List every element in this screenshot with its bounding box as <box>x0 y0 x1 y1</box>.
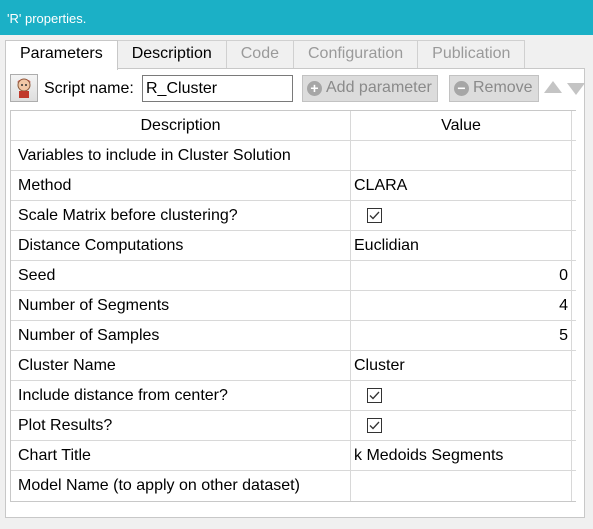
plus-circle-icon: + <box>307 81 322 96</box>
row-description: Cluster Name <box>11 351 351 380</box>
row-description: Number of Samples <box>11 321 351 350</box>
checkbox-checked-icon[interactable] <box>367 418 382 433</box>
checkbox-checked-icon[interactable] <box>367 208 382 223</box>
header-value: Value <box>351 111 572 140</box>
row-description: Scale Matrix before clustering? <box>11 201 351 230</box>
remove-label: Remove <box>473 79 533 96</box>
table-row[interactable]: Number of Samples 5 <box>11 321 576 351</box>
row-description: Distance Computations <box>11 231 351 260</box>
script-name-label: Script name: <box>44 80 134 97</box>
row-description: Chart Title <box>11 441 351 470</box>
row-value[interactable]: 5 <box>351 321 572 350</box>
row-value[interactable]: k Medoids Segments <box>351 441 572 470</box>
table-row[interactable]: Variables to include in Cluster Solution <box>11 141 576 171</box>
row-value[interactable]: 0 <box>351 261 572 290</box>
table-row[interactable]: Seed 0 <box>11 261 576 291</box>
table-row[interactable]: Distance Computations Euclidian <box>11 231 576 261</box>
row-description: Model Name (to apply on other dataset) <box>11 471 351 501</box>
tab-configuration[interactable]: Configuration <box>292 40 419 69</box>
window-title: 'R' properties. <box>0 0 593 35</box>
table-row[interactable]: Model Name (to apply on other dataset) <box>11 471 576 501</box>
arrow-up-icon[interactable] <box>543 76 563 100</box>
parameters-panel: Script name: + Add parameter − Remove De… <box>5 68 585 518</box>
row-description: Plot Results? <box>11 411 351 440</box>
remove-button[interactable]: − Remove <box>449 75 539 102</box>
script-name-input[interactable] <box>142 75 293 102</box>
parameters-table: Description Value Variables to include i… <box>10 110 576 502</box>
tab-parameters[interactable]: Parameters <box>5 40 118 70</box>
table-row[interactable]: Chart Title k Medoids Segments <box>11 441 576 471</box>
table-row[interactable]: Method CLARA <box>11 171 576 201</box>
row-description: Method <box>11 171 351 200</box>
row-value[interactable]: CLARA <box>351 171 572 200</box>
table-row[interactable]: Number of Segments 4 <box>11 291 576 321</box>
r-script-icon <box>17 78 31 98</box>
tab-description[interactable]: Description <box>116 40 227 69</box>
row-description: Seed <box>11 261 351 290</box>
row-value[interactable] <box>351 471 572 501</box>
toolbar: Script name: + Add parameter − Remove <box>10 73 586 103</box>
table-row[interactable]: Plot Results? <box>11 411 576 441</box>
table-row[interactable]: Scale Matrix before clustering? <box>11 201 576 231</box>
row-description: Number of Segments <box>11 291 351 320</box>
tab-bar: Parameters Description Code Configuratio… <box>5 40 526 70</box>
minus-circle-icon: − <box>454 81 469 96</box>
header-description: Description <box>11 111 351 140</box>
row-value[interactable]: 4 <box>351 291 572 320</box>
row-description: Include distance from center? <box>11 381 351 410</box>
row-value[interactable] <box>351 201 572 230</box>
tab-code[interactable]: Code <box>225 40 294 69</box>
arrow-down-icon[interactable] <box>566 76 586 100</box>
add-parameter-button[interactable]: + Add parameter <box>302 75 438 102</box>
checkbox-checked-icon[interactable] <box>367 388 382 403</box>
tab-publication[interactable]: Publication <box>417 40 526 69</box>
r-script-icon-button[interactable] <box>10 74 38 102</box>
table-row[interactable]: Cluster Name Cluster <box>11 351 576 381</box>
row-description: Variables to include in Cluster Solution <box>11 141 351 170</box>
row-value[interactable] <box>351 411 572 440</box>
row-value[interactable]: Euclidian <box>351 231 572 260</box>
table-row[interactable]: Include distance from center? <box>11 381 576 411</box>
table-header-row: Description Value <box>11 111 576 141</box>
row-value[interactable] <box>351 381 572 410</box>
row-value[interactable] <box>351 141 572 170</box>
row-value[interactable]: Cluster <box>351 351 572 380</box>
add-parameter-label: Add parameter <box>326 79 432 96</box>
